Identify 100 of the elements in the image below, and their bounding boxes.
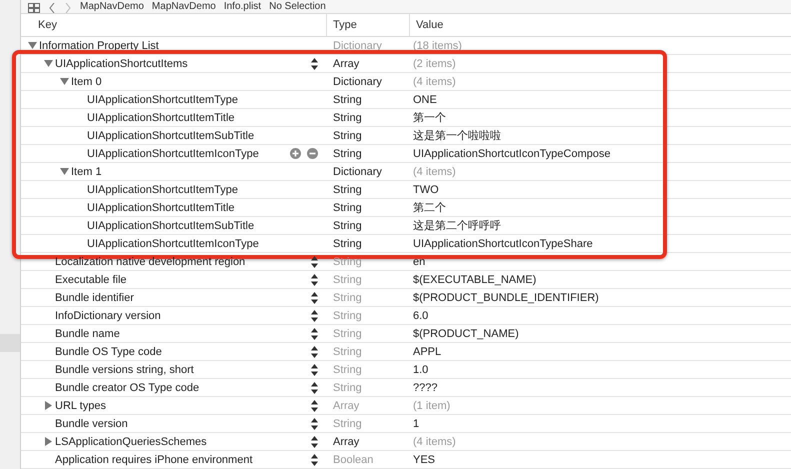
value-text: 6.0 xyxy=(412,310,430,322)
plist-row[interactable]: Executable file String $(EXECUTABLE_NAME) xyxy=(21,271,791,289)
key-text: UIApplicationShortcutItemSubTitle xyxy=(87,130,256,142)
disclosure-triangle-icon[interactable] xyxy=(44,437,53,446)
value-text: 第二个 xyxy=(412,201,447,215)
key-text: Item 0 xyxy=(71,76,103,88)
key-text: UIApplicationShortcutItemSubTitle xyxy=(87,220,256,232)
type-text: String xyxy=(332,238,363,250)
column-header[interactable]: Value xyxy=(409,14,791,36)
plist-row[interactable]: Bundle creator OS Type code String ???? xyxy=(21,379,791,397)
stepper-icon[interactable] xyxy=(311,418,318,430)
key-text: Localization native development region xyxy=(55,256,246,268)
stepper-icon[interactable] xyxy=(311,328,318,340)
type-text: Dictionary xyxy=(332,76,383,88)
stepper-icon[interactable] xyxy=(311,292,318,304)
plist-row[interactable]: UIApplicationShortcutItemTitle String 第二个 xyxy=(21,199,791,217)
plist-row[interactable]: LSApplicationQueriesSchemes Array (4 items) xyxy=(21,433,791,451)
plist-row[interactable]: Bundle versions string, short String 1.0 xyxy=(21,361,791,379)
disclosure-triangle-icon[interactable] xyxy=(60,167,69,176)
stepper-icon[interactable] xyxy=(311,400,318,412)
column-header[interactable]: Type xyxy=(326,14,409,36)
value-text: $(PRODUCT_NAME) xyxy=(412,328,520,340)
value-text: (4 items) xyxy=(412,76,457,88)
stepper-icon[interactable] xyxy=(311,436,318,448)
column-header[interactable]: Key xyxy=(21,14,326,36)
stepper-icon[interactable] xyxy=(311,58,318,70)
plist-row[interactable]: UIApplicationShortcutItemType String TWO xyxy=(21,181,791,199)
value-text: (18 items) xyxy=(412,40,463,52)
plist-row[interactable]: InfoDictionary version String 6.0 xyxy=(21,307,791,325)
value-text: 这是第一个啦啦啦 xyxy=(412,128,502,143)
value-text: UIApplicationShortcutIconTypeShare xyxy=(412,238,594,250)
key-text: Application requires iPhone environment xyxy=(55,454,254,466)
key-text: Bundle version xyxy=(55,418,129,430)
value-text: 第一个 xyxy=(412,111,447,125)
key-text: Bundle OS Type code xyxy=(55,346,163,358)
breadcrumb-item[interactable]: MapNavDemo xyxy=(152,1,216,13)
disclosure-triangle-icon[interactable] xyxy=(60,77,69,86)
type-text: String xyxy=(332,292,363,304)
type-text: String xyxy=(332,94,363,106)
value-text: UIApplicationShortcutIconTypeCompose xyxy=(412,148,612,160)
plist-row[interactable]: UIApplicationShortcutItems Array (2 items) xyxy=(21,55,791,73)
plist-row[interactable]: Item 1 Dictionary (4 items) xyxy=(21,163,791,181)
remove-icon[interactable] xyxy=(307,148,318,159)
breadcrumb-item[interactable]: Info.plist xyxy=(224,1,262,13)
type-text: Array xyxy=(332,400,360,412)
stepper-icon[interactable] xyxy=(311,310,318,322)
plist-row[interactable]: Information Property List Dictionary (18 items) xyxy=(21,37,791,55)
grid-icon[interactable] xyxy=(28,3,40,13)
type-text: Dictionary xyxy=(332,166,383,178)
type-text: Array xyxy=(332,436,360,448)
type-text: String xyxy=(332,112,363,124)
plist-row[interactable]: Bundle version String 1 xyxy=(21,415,791,433)
stepper-icon[interactable] xyxy=(311,454,318,466)
back-icon[interactable] xyxy=(48,3,56,13)
plist-row[interactable]: UIApplicationShortcutItemIconType String UIApplicationShortcutIconTypeShare xyxy=(21,235,791,253)
key-text: Item 1 xyxy=(71,166,103,178)
value-text: 这是第二个呼呼呼 xyxy=(412,218,502,233)
plist-row[interactable]: Item 0 Dictionary (4 items) xyxy=(21,73,791,91)
plist-row[interactable]: UIApplicationShortcutItemIconType String UIApplicationShortcutIconTypeCompose xyxy=(21,145,791,163)
plist-row[interactable]: UIApplicationShortcutItemSubTitle String 这是第一个啦啦啦 xyxy=(21,127,791,145)
plist-row[interactable]: Application requires iPhone environment Boolean YES xyxy=(21,451,791,469)
value-text: ???? xyxy=(412,382,438,394)
stepper-icon[interactable] xyxy=(311,256,318,268)
plist-row[interactable]: Bundle OS Type code String APPL xyxy=(21,343,791,361)
add-icon[interactable] xyxy=(290,148,301,159)
stepper-icon[interactable] xyxy=(311,346,318,358)
plist-row[interactable]: URL types Array (1 item) xyxy=(21,397,791,415)
disclosure-triangle-icon[interactable] xyxy=(44,401,53,410)
stepper-icon[interactable] xyxy=(311,364,318,376)
plist-row[interactable]: UIApplicationShortcutItemTitle String 第一个 xyxy=(21,109,791,127)
plist-row[interactable]: UIApplicationShortcutItemSubTitle String 这是第二个呼呼呼 xyxy=(21,217,791,235)
key-text: UIApplicationShortcutItemTitle xyxy=(87,202,236,214)
type-text: Array xyxy=(332,58,360,70)
type-text: String xyxy=(332,184,363,196)
stepper-icon[interactable] xyxy=(311,274,318,286)
breadcrumb-item[interactable]: No Selection xyxy=(269,1,326,13)
plist-row[interactable]: Bundle identifier String $(PRODUCT_BUNDLE_IDENTIFIER) xyxy=(21,289,791,307)
breadcrumb-item[interactable]: MapNavDemo xyxy=(80,1,144,13)
stepper-icon[interactable] xyxy=(311,382,318,394)
value-text: 1.0 xyxy=(412,364,430,376)
plist-row[interactable]: Localization native development region String en xyxy=(21,253,791,271)
key-text: Executable file xyxy=(55,274,128,286)
value-text: ONE xyxy=(412,94,438,106)
value-text: (4 items) xyxy=(412,436,457,448)
disclosure-triangle-icon[interactable] xyxy=(28,41,37,50)
disclosure-triangle-icon[interactable] xyxy=(44,59,53,68)
value-text: en xyxy=(412,256,426,268)
value-text: 1 xyxy=(412,418,420,430)
value-text: (4 items) xyxy=(412,166,457,178)
key-text: URL types xyxy=(55,400,107,412)
value-text: (1 item) xyxy=(412,400,452,412)
type-text: String xyxy=(332,364,363,376)
key-text: Bundle identifier xyxy=(55,292,135,304)
key-text: UIApplicationShortcutItemType xyxy=(87,94,240,106)
value-text: APPL xyxy=(412,346,442,358)
type-text: String xyxy=(332,328,363,340)
plist-row[interactable]: UIApplicationShortcutItemType String ONE xyxy=(21,91,791,109)
key-text: UIApplicationShortcutItems xyxy=(55,58,189,70)
plist-row[interactable]: Bundle name String $(PRODUCT_NAME) xyxy=(21,325,791,343)
value-text: $(PRODUCT_BUNDLE_IDENTIFIER) xyxy=(412,292,600,304)
